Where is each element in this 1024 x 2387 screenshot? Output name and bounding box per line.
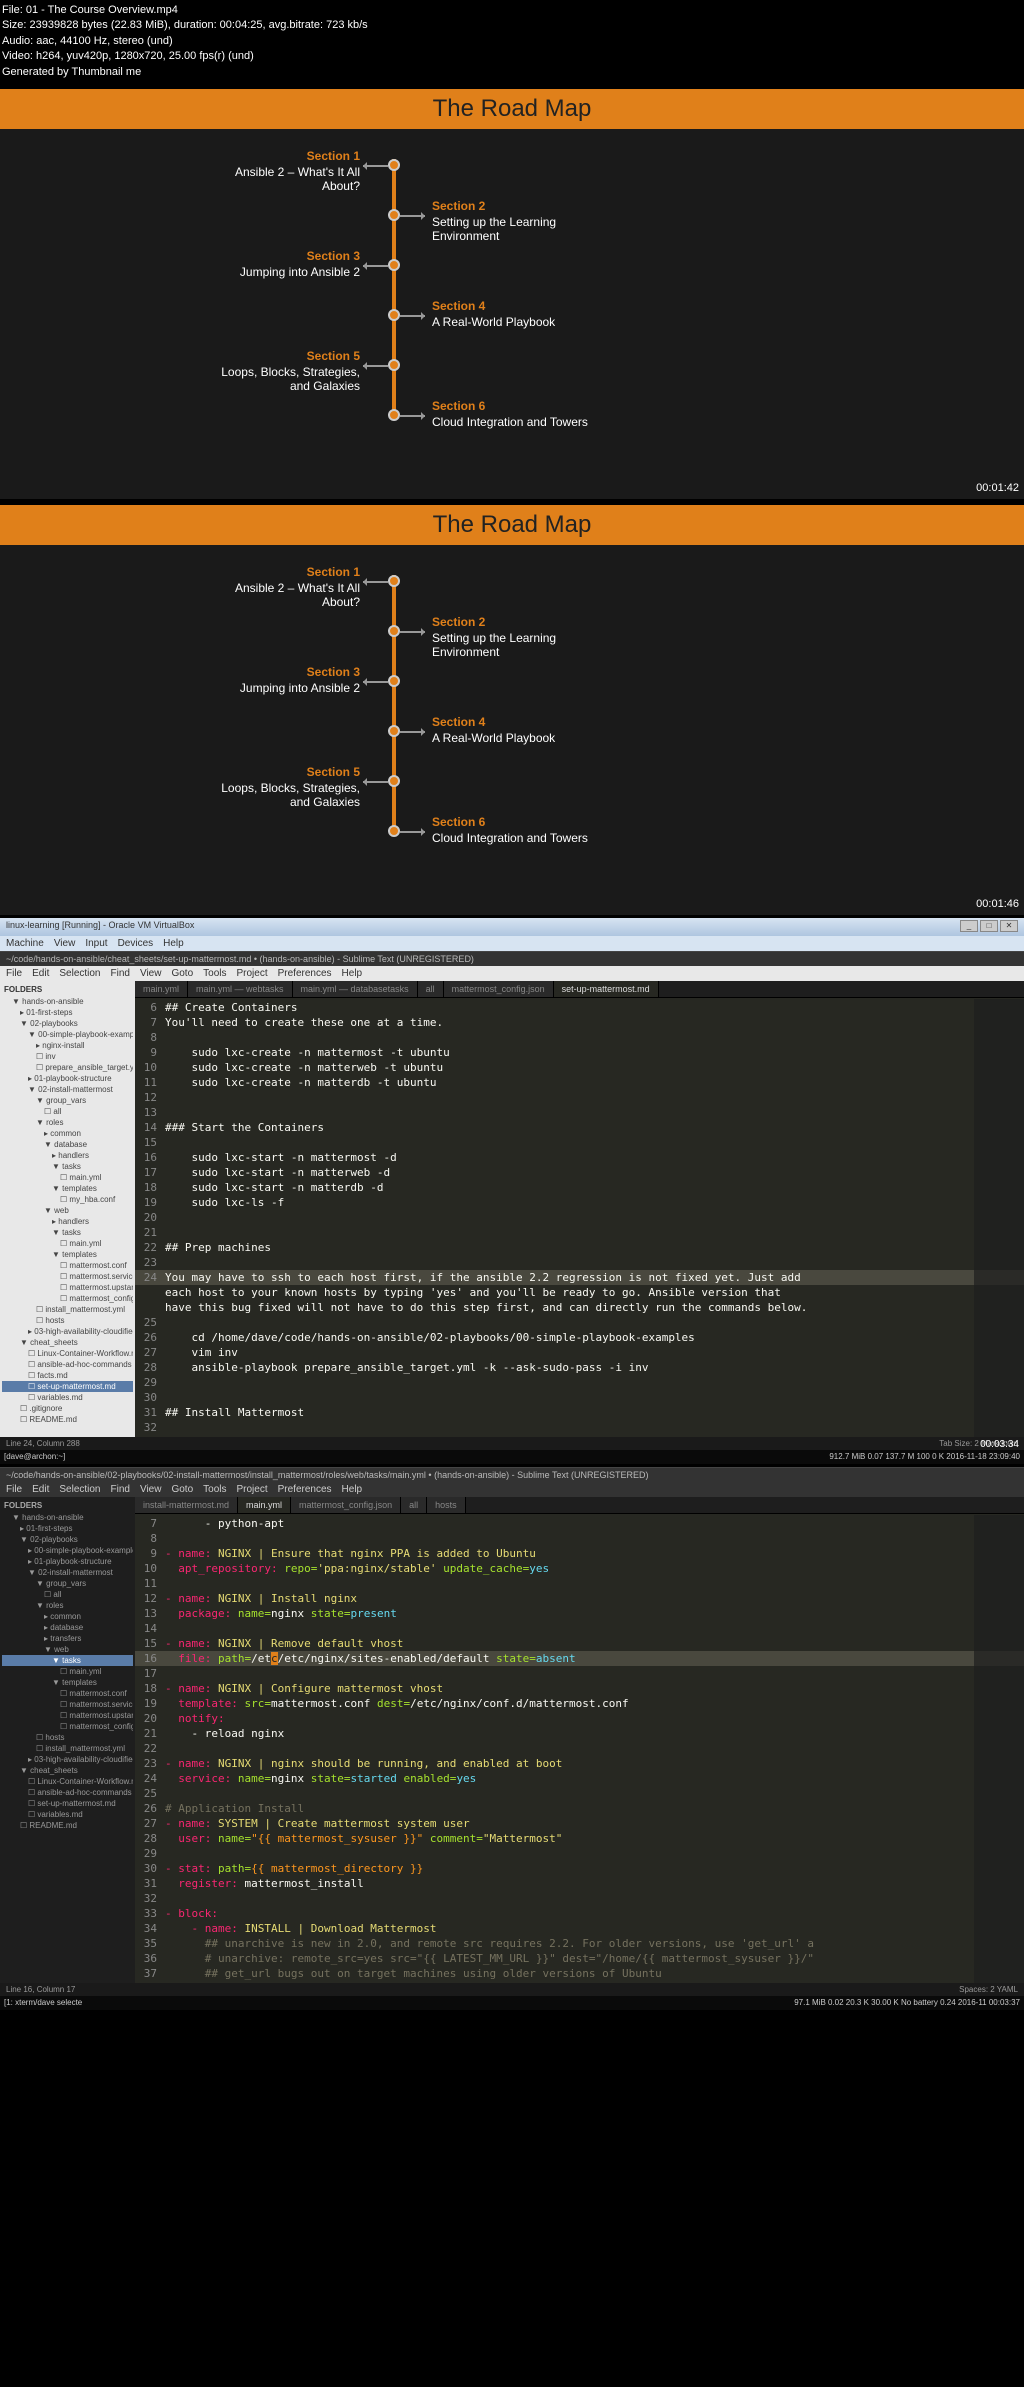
timestamp: 00:01:42 — [976, 482, 1019, 494]
tab-strip[interactable]: main.ymlmain.yml — webtasksmain.yml — da… — [135, 981, 1024, 998]
minimap[interactable] — [974, 1515, 1024, 1983]
code-editor[interactable]: main.ymlmain.yml — webtasksmain.yml — da… — [135, 981, 1024, 1437]
vm-menu[interactable]: MachineViewInputDevicesHelp — [0, 936, 1024, 951]
code-editor[interactable]: install-mattermost.mdmain.ymlmattermost_… — [135, 1497, 1024, 1983]
minimap[interactable] — [974, 999, 1024, 1437]
roadmap-title: The Road Map — [0, 89, 1024, 129]
sublime-menu[interactable]: FileEditSelectionFindViewGotoToolsProjec… — [0, 966, 1024, 981]
taskbar[interactable]: [1: xterm/dave selecte97.1 MiB 0.02 20.3… — [0, 1996, 1024, 2010]
roadmap-frame-2: The Road Map Section 1Ansible 2 – What's… — [0, 505, 1024, 915]
sublime-titlebar: ~/code/hands-on-ansible/02-playbooks/02-… — [0, 1467, 1024, 1482]
maximize-icon[interactable]: □ — [980, 920, 998, 932]
vm-titlebar[interactable]: linux-learning [Running] - Oracle VM Vir… — [0, 918, 1024, 936]
roadmap-frame-1: The Road Map Section 1Ansible 2 – What's… — [0, 89, 1024, 499]
folder-tree[interactable]: FOLDERS ▼ hands-on-ansible ▸ 01-first-st… — [0, 981, 135, 1437]
file-metadata: File: 01 - The Course Overview.mp4 Size:… — [0, 0, 1024, 83]
minimize-icon[interactable]: _ — [960, 920, 978, 932]
close-icon[interactable]: ✕ — [1000, 920, 1018, 932]
sublime-menu[interactable]: FileEditSelectionFindViewGotoToolsProjec… — [0, 1482, 1024, 1497]
status-bar: Line 24, Column 288Tab Size: 2 Markdown — [0, 1437, 1024, 1450]
tab-strip[interactable]: install-mattermost.mdmain.ymlmattermost_… — [135, 1497, 1024, 1514]
folder-tree[interactable]: FOLDERS ▼ hands-on-ansible ▸ 01-first-st… — [0, 1497, 135, 1983]
taskbar[interactable]: [dave@archon:~] 912.7 MiB 0.07 137.7 M 1… — [0, 1450, 1024, 1464]
editor-frame-1: linux-learning [Running] - Oracle VM Vir… — [0, 918, 1024, 1464]
timestamp: 00:03:34 — [980, 1439, 1019, 1450]
sublime-titlebar: ~/code/hands-on-ansible/cheat_sheets/set… — [0, 951, 1024, 966]
status-bar: Line 16, Column 17Spaces: 2 YAML — [0, 1983, 1024, 1996]
editor-frame-2: ~/code/hands-on-ansible/02-playbooks/02-… — [0, 1467, 1024, 2010]
